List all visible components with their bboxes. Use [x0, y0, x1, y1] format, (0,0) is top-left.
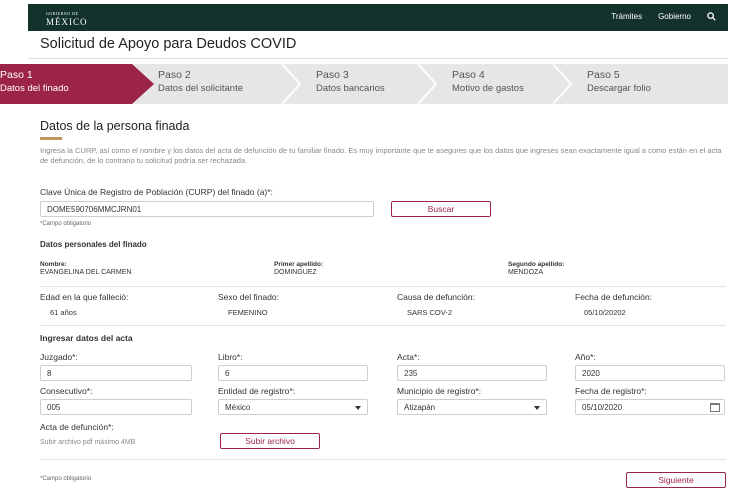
primer-apellido-value: DOMINGUEZ: [274, 269, 317, 276]
search-icon[interactable]: [707, 12, 716, 23]
step-separator: [553, 64, 573, 104]
nombre-value: EVANGELINA DEL CARMEN: [40, 269, 132, 276]
step-number: Paso 1: [0, 69, 33, 81]
gobierno-logo[interactable]: GOBIERNO DE MÉXICO: [46, 10, 88, 27]
acta-defuncion-label: Acta de defunción*:: [40, 422, 114, 432]
personal-data-title: Datos personales del finado: [40, 240, 147, 249]
causa-value: SARS COV-2: [407, 308, 453, 317]
step-3[interactable]: Paso 3 Datos bancarios: [316, 64, 416, 104]
step-number: Paso 3: [316, 69, 349, 81]
progress-steps: Paso 1 Datos del finado Paso 2 Datos del…: [0, 64, 728, 104]
step-number: Paso 5: [587, 69, 620, 81]
step-label: Datos del finado: [0, 83, 69, 94]
segundo-apellido-label: Segundo apellido:: [508, 261, 565, 268]
nav-link-gobierno[interactable]: Gobierno: [658, 12, 691, 23]
causa-label: Causa de defunción:: [397, 292, 475, 302]
municipio-select[interactable]: Atizapán: [397, 399, 547, 415]
step-label: Motivo de gastos: [452, 83, 524, 94]
step-5[interactable]: Paso 5 Descargar folio: [587, 64, 697, 104]
primer-apellido-label: Primer apellido:: [274, 261, 324, 268]
acta-section-title: Ingresar datos del acta: [40, 333, 133, 343]
next-button[interactable]: Siguiente: [626, 472, 726, 488]
anio-input[interactable]: 2020: [575, 365, 725, 381]
step-label: Descargar folio: [587, 83, 651, 94]
step-number: Paso 4: [452, 69, 485, 81]
step-separator: [418, 64, 438, 104]
fecha-defuncion-value: 05/10/20202: [584, 308, 626, 317]
fecha-registro-label: Fecha de registro*:: [575, 386, 647, 396]
edad-label: Edad en la que falleció:: [40, 292, 129, 302]
municipio-selected-value: Atizapán: [404, 403, 436, 412]
step-4[interactable]: Paso 4 Motivo de gastos: [452, 64, 552, 104]
fecha-registro-input[interactable]: 05/10/2020: [575, 399, 725, 415]
acta-label: Acta*:: [397, 352, 420, 362]
consecutivo-input[interactable]: 005: [40, 399, 192, 415]
upload-file-button[interactable]: Subir archivo: [220, 433, 320, 449]
section-intro: Ingresa la CURP, así como el nombre y lo…: [40, 146, 722, 165]
fecha-registro-value: 05/10/2020: [582, 403, 623, 412]
segundo-apellido-value: MENDOZA: [508, 269, 543, 276]
step-2[interactable]: Paso 2 Datos del solicitante: [158, 64, 278, 104]
chevron-down-icon: [355, 406, 361, 410]
divider: [40, 459, 726, 460]
calendar-icon[interactable]: [710, 403, 720, 412]
libro-input[interactable]: 6: [218, 365, 368, 381]
step-label: Datos bancarios: [316, 83, 385, 94]
acta-input[interactable]: 235: [397, 365, 547, 381]
nav-link-tramites[interactable]: Trámites: [611, 12, 642, 23]
logo-main-text: MÉXICO: [46, 17, 88, 27]
page-title: Solicitud de Apoyo para Deudos COVID: [40, 36, 297, 52]
anio-label: Año*:: [575, 352, 596, 362]
divider: [40, 325, 726, 326]
fecha-defuncion-label: Fecha de defunción:: [575, 292, 653, 302]
municipio-label: Municipio de registro*:: [397, 386, 482, 396]
nombre-label: Nombre:: [40, 261, 67, 268]
step-number: Paso 2: [158, 69, 191, 81]
entidad-selected-value: México: [225, 403, 251, 412]
consecutivo-label: Consecutivo*:: [40, 386, 93, 396]
title-divider: [28, 58, 728, 59]
search-button[interactable]: Buscar: [391, 201, 491, 217]
sexo-value: FEMENINO: [228, 308, 268, 317]
entidad-select[interactable]: México: [218, 399, 368, 415]
section-accent-bar: [40, 137, 62, 140]
curp-label: Clave Única de Registro de Población (CU…: [40, 187, 273, 197]
juzgado-input[interactable]: 8: [40, 365, 192, 381]
sexo-label: Sexo del finado:: [218, 292, 279, 302]
curp-input[interactable]: DOME590706MMCJRN01: [40, 201, 374, 217]
top-navbar: GOBIERNO DE MÉXICO Trámites Gobierno: [28, 4, 728, 31]
divider: [40, 286, 726, 287]
curp-required-hint: *Campo obligatorio: [40, 221, 92, 227]
edad-value: 61 años: [50, 308, 77, 317]
step-label: Datos del solicitante: [158, 83, 244, 94]
libro-label: Libro*:: [218, 352, 243, 362]
entidad-label: Entidad de registro*:: [218, 386, 296, 396]
step-1[interactable]: Paso 1 Datos del finado: [0, 64, 130, 104]
juzgado-label: Juzgado*:: [40, 352, 78, 362]
chevron-down-icon: [534, 406, 540, 410]
footer-required-hint: *Campo obligatorio: [40, 476, 92, 482]
top-nav: Trámites Gobierno: [611, 12, 716, 23]
step-separator: [282, 64, 302, 104]
upload-hint: Subir archivo pdf máximo 4MB: [40, 439, 136, 446]
section-title: Datos de la persona finada: [40, 119, 190, 133]
